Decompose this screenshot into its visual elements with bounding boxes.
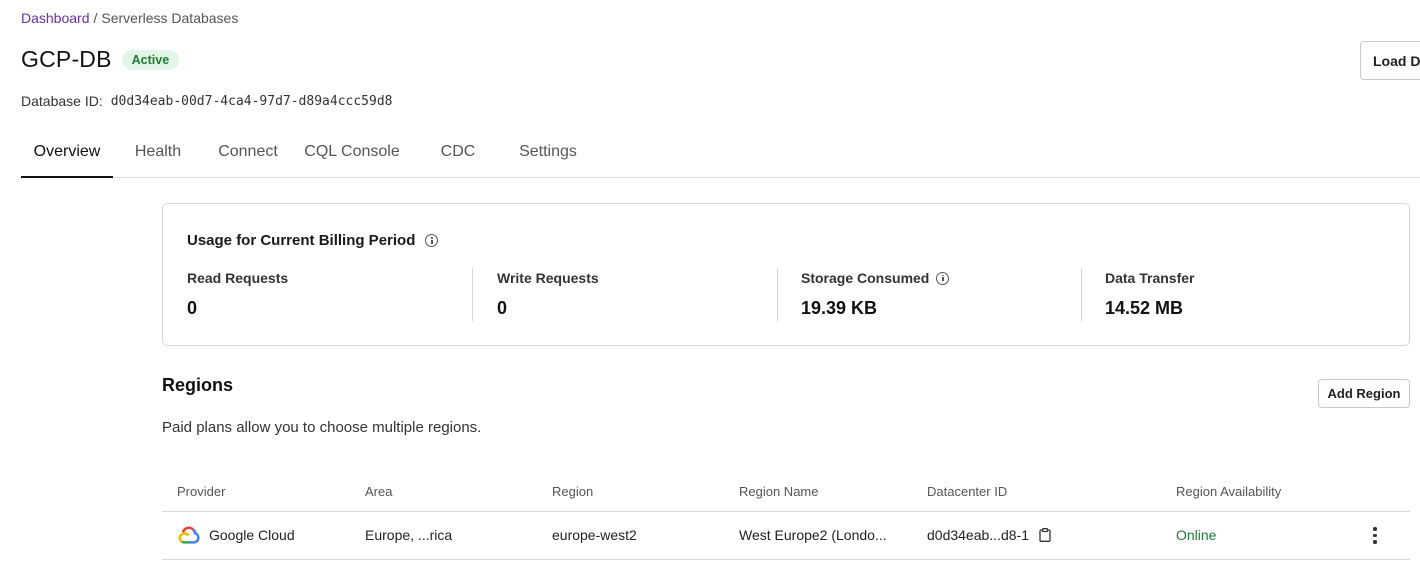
regions-table: Provider Area Region Region Name Datacen… [162, 472, 1410, 560]
stat-data-transfer: Data Transfer 14.52 MB [1105, 270, 1194, 319]
column-header-region-name: Region Name [739, 484, 819, 499]
stat-value: 0 [497, 298, 508, 318]
cell-region-name: West Europe2 (Londo... [739, 527, 887, 543]
clipboard-icon[interactable] [1039, 528, 1051, 542]
stat-label: Data Transfer [1105, 270, 1195, 286]
cell-datacenter-id: d0d34eab...d8-1 [927, 527, 1051, 543]
google-cloud-icon [178, 526, 200, 544]
cell-provider: Google Cloud [177, 525, 295, 545]
stat-divider [777, 268, 778, 321]
page-title: GCP-DB [21, 46, 112, 72]
column-header-provider: Provider [177, 484, 226, 499]
breadcrumb-separator: / [93, 10, 98, 26]
cell-area: Europe, ...rica [365, 527, 453, 543]
usage-card: Usage for Current Billing Period Read Re… [162, 203, 1410, 346]
tab-settings[interactable]: Settings [511, 130, 585, 177]
usage-title-text: Usage for Current Billing Period [187, 232, 416, 249]
cell-region: europe-west2 [552, 527, 637, 543]
stat-label: Storage Consumed [801, 270, 950, 286]
stat-read-requests: Read Requests 0 [187, 270, 288, 319]
regions-subtitle: Paid plans allow you to choose multiple … [162, 419, 482, 436]
stat-divider [1081, 268, 1082, 321]
tab-health[interactable]: Health [125, 130, 191, 177]
breadcrumb-dashboard-link[interactable]: Dashboard [21, 10, 90, 26]
database-id: Database ID: d0d34eab-00d7-4ca4-97d7-d89… [21, 93, 392, 109]
database-id-value: d0d34eab-00d7-4ca4-97d7-d89a4ccc59d8 [110, 93, 393, 109]
column-header-region-availability: Region Availability [1176, 484, 1282, 499]
tab-bar: Overview Health Connect CQL Console CDC … [21, 130, 1420, 178]
stat-label: Write Requests [497, 270, 599, 286]
column-header-region: Region [552, 484, 594, 499]
regions-title: Regions [162, 375, 234, 395]
kebab-menu-icon[interactable] [1368, 524, 1382, 548]
cell-region-availability: Online [1176, 527, 1217, 543]
stat-storage-consumed: Storage Consumed 19.39 KB [801, 270, 950, 319]
tab-cdc[interactable]: CDC [435, 130, 481, 177]
add-region-button[interactable]: Add Region [1318, 379, 1410, 408]
title-row: GCP-DB Active [21, 46, 180, 73]
tab-overview[interactable]: Overview [21, 130, 113, 178]
status-badge: Active [121, 49, 180, 70]
tab-connect[interactable]: Connect [210, 130, 286, 177]
tab-cql-console[interactable]: CQL Console [300, 130, 404, 177]
info-icon[interactable] [936, 271, 950, 285]
stat-value: 19.39 KB [801, 298, 878, 318]
table-row[interactable]: Google Cloud Europe, ...rica europe-west… [162, 512, 1410, 560]
table-header: Provider Area Region Region Name Datacen… [162, 472, 1410, 512]
stat-value: 0 [187, 298, 198, 318]
breadcrumb-current: Serverless Databases [101, 10, 239, 26]
column-header-area: Area [365, 484, 393, 499]
stat-write-requests: Write Requests 0 [497, 270, 599, 319]
datacenter-id-value: d0d34eab...d8-1 [927, 527, 1029, 543]
stat-value: 14.52 MB [1105, 298, 1184, 318]
column-header-datacenter-id: Datacenter ID [927, 484, 1008, 499]
info-icon[interactable] [425, 234, 439, 247]
stat-label: Read Requests [187, 270, 289, 286]
load-data-button[interactable]: Load D [1360, 41, 1420, 80]
usage-title: Usage for Current Billing Period [187, 232, 439, 249]
breadcrumb: Dashboard / Serverless Databases [21, 10, 238, 26]
stat-divider [472, 268, 473, 321]
stat-label-text: Storage Consumed [801, 270, 930, 286]
provider-name: Google Cloud [209, 527, 295, 543]
database-id-label: Database ID: [21, 93, 103, 109]
